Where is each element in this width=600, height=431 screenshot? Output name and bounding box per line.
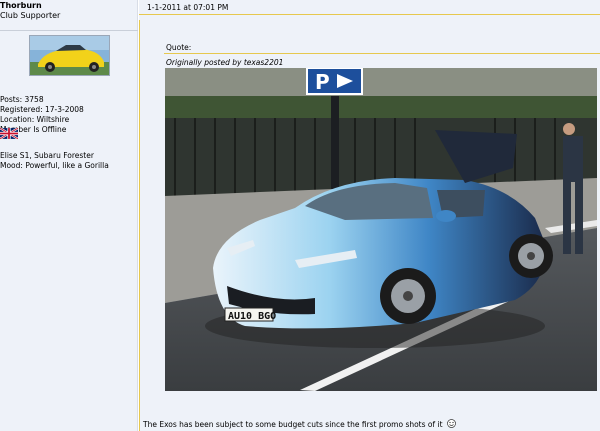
- post-count: Posts: 3758: [0, 95, 44, 104]
- union-jack-flag-icon: [0, 127, 19, 140]
- user-profile-panel: Thorburn Club Supporter Posts: 3758 Regi…: [0, 0, 138, 431]
- user-avatar: [29, 35, 110, 76]
- smiley-icon: [447, 419, 456, 428]
- quote-author-prefix: Originally posted by: [166, 58, 242, 67]
- user-signature-info: Elise S1, Subaru Forester Mood: Powerful…: [0, 151, 109, 171]
- number-plate-text: AU10 BGO: [228, 311, 276, 322]
- user-rank-title: Club Supporter: [0, 11, 61, 20]
- post-date: 1-1-2011 at 07:01 PM: [147, 3, 229, 12]
- quoted-car-photo[interactable]: P AU10 BGO: [165, 68, 597, 391]
- quote-author-name[interactable]: texas2201: [244, 58, 284, 67]
- quote-label: Quote:: [166, 43, 192, 52]
- post-body-text: The Exos has been subject to some budget…: [143, 419, 456, 429]
- quote-attribution: Originally posted by texas2201: [166, 58, 283, 67]
- profile-divider: [0, 30, 138, 31]
- registered-date: Registered: 17-3-2008: [0, 105, 84, 114]
- quote-block: Originally posted by texas2201 P AU10 BG…: [164, 53, 600, 392]
- user-location: Location: Wiltshire: [0, 115, 70, 124]
- user-mood: Mood: Powerful, like a Gorilla: [0, 161, 109, 170]
- post-header: 1-1-2011 at 07:01 PM: [139, 0, 600, 15]
- post-message: The Exos has been subject to some budget…: [143, 420, 443, 429]
- username[interactable]: Thorburn: [0, 1, 42, 10]
- post-content-panel: 1-1-2011 at 07:01 PM Quote: Originally p…: [139, 0, 600, 431]
- svg-text:P: P: [315, 70, 330, 94]
- user-cars: Elise S1, Subaru Forester: [0, 151, 94, 160]
- post-left-divider: [139, 20, 140, 431]
